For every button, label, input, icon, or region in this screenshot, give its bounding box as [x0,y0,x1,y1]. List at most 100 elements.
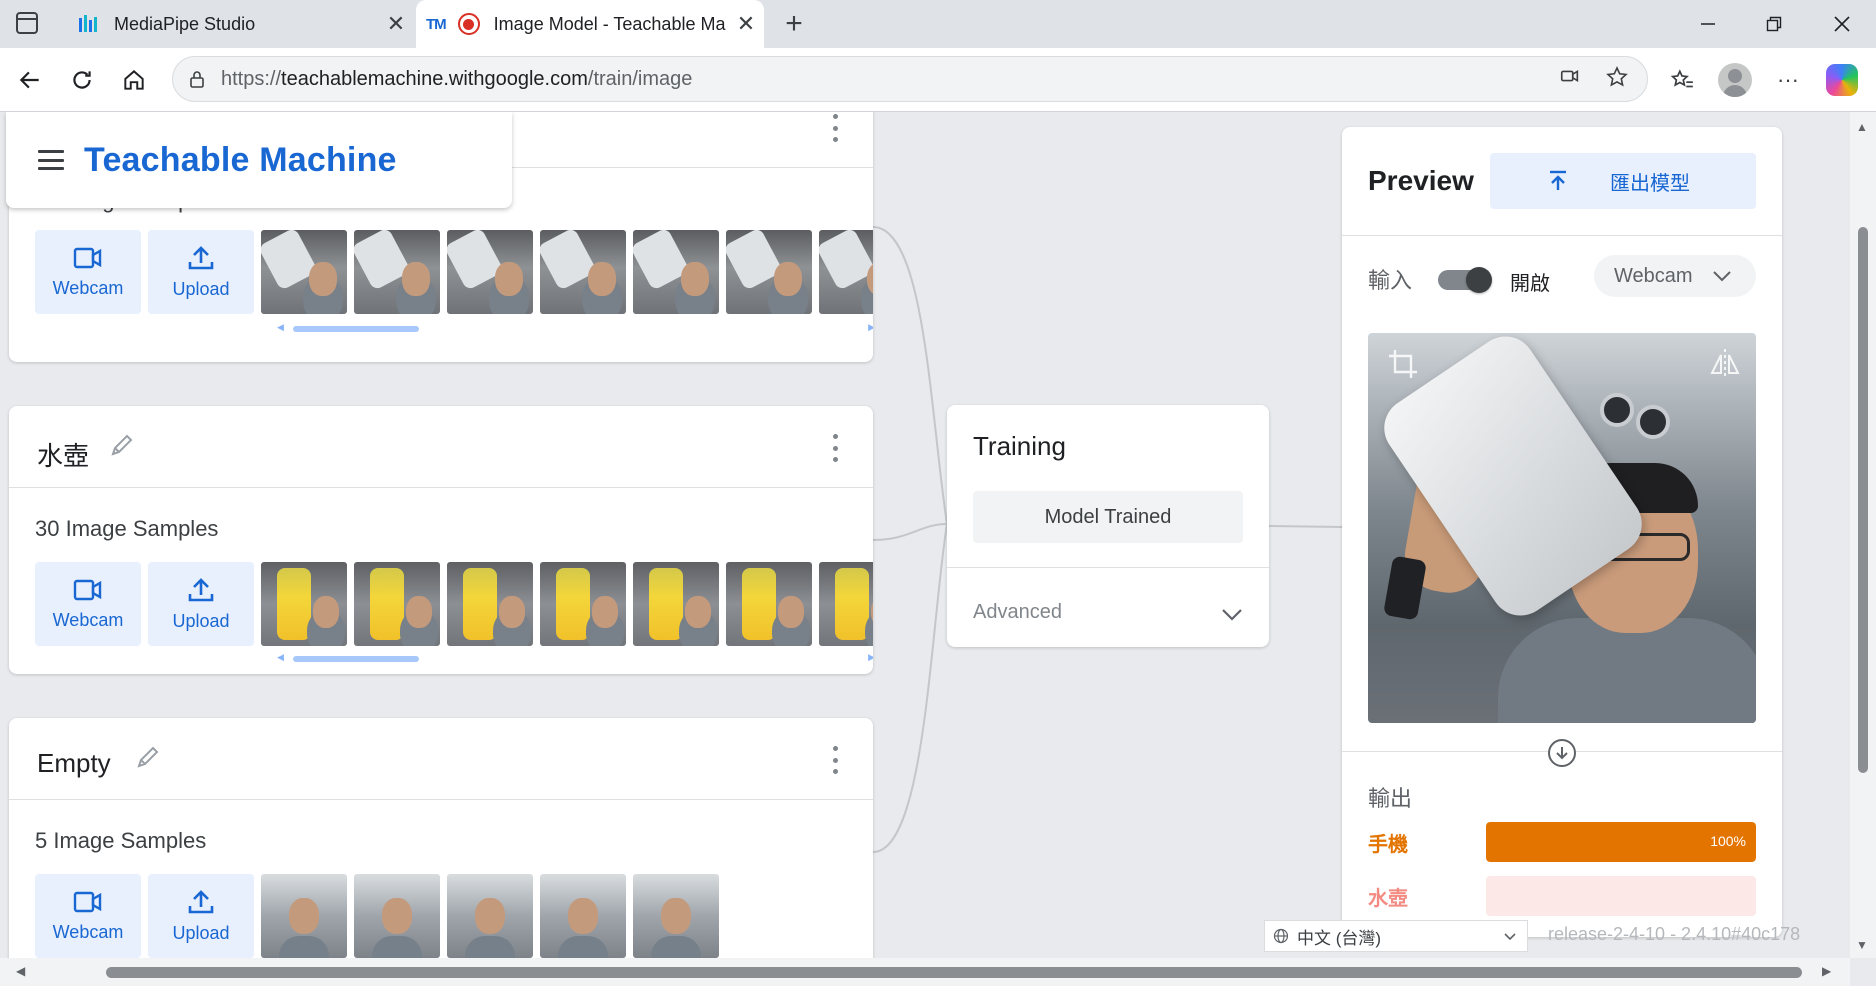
sample-thumbnail[interactable] [819,230,873,314]
page-horizontal-scrollbar[interactable]: ◀ ▶ [0,958,1850,986]
export-icon [1546,169,1570,193]
advanced-toggle[interactable]: Advanced [973,601,1062,624]
sample-thumbnail[interactable] [447,562,533,646]
sample-thumbnail[interactable] [633,562,719,646]
sample-thumbnail[interactable] [354,874,440,958]
upload-label: Upload [172,278,230,299]
sample-thumbnail[interactable] [819,562,873,646]
site-info-icon[interactable] [173,69,221,89]
train-model-button[interactable]: Model Trained [973,491,1243,543]
back-icon[interactable] [10,60,50,100]
favorite-star-icon[interactable] [1605,65,1629,94]
copilot-icon[interactable] [1824,62,1860,98]
browser-tab-bar: MediaPipe Studio ✕ TM Image Model - Teac… [0,0,1876,48]
class-options-icon[interactable] [831,434,839,462]
camera-in-use-icon[interactable] [1559,65,1581,94]
samples-count: 5 Image Samples [35,828,207,853]
class-options-icon[interactable] [831,746,839,774]
scrollbar-thumb[interactable] [1858,227,1868,773]
class-name[interactable]: Empty [37,748,111,779]
sample-thumbnail[interactable] [447,230,533,314]
sample-thumbnail[interactable] [261,230,347,314]
upload-button[interactable]: Upload [148,874,254,958]
more-options-icon[interactable]: ··· [1770,62,1806,98]
sample-thumbnail[interactable] [540,230,626,314]
scroll-down-icon[interactable]: ▼ [1856,938,1868,952]
scrollbar-thumb[interactable] [293,656,419,662]
webcam-button[interactable]: Webcam [35,562,141,646]
mediapipe-favicon-icon [76,12,100,36]
upload-button[interactable]: Upload [148,230,254,314]
language-select[interactable]: 中文 (台灣) [1264,920,1528,952]
sample-thumbnail[interactable] [633,874,719,958]
menu-icon[interactable] [38,150,64,170]
thumbnail-scrollbar[interactable]: ◀ ▶ [277,652,873,666]
home-icon[interactable] [114,60,154,100]
scroll-left-icon[interactable]: ◀ [277,652,284,663]
scrollbar-thumb[interactable] [106,967,1802,978]
sample-thumbnail[interactable] [726,562,812,646]
webcam-button[interactable]: Webcam [35,874,141,958]
brand-logo[interactable]: Teachable Machine [84,141,397,180]
sample-thumbnail[interactable] [726,230,812,314]
class-card-header: 水壺 [9,406,873,488]
new-tab-icon[interactable]: + [776,6,812,42]
sample-thumbnail[interactable] [540,562,626,646]
sample-thumbnail[interactable] [447,874,533,958]
sample-thumbnail[interactable] [261,562,347,646]
scroll-right-icon[interactable]: ▶ [868,322,873,333]
tab-title: MediaPipe Studio [114,13,256,34]
version-text: release-2-4-10 - 2.4.10#40c178 [1548,924,1801,944]
close-window-icon[interactable] [1814,0,1870,48]
sample-thumbnail[interactable] [354,562,440,646]
address-bar[interactable]: https://teachablemachine.withgoogle.com/… [172,56,1648,102]
sample-thumbnail[interactable] [354,230,440,314]
flip-icon[interactable] [1708,347,1742,381]
sample-thumbnail[interactable] [261,874,347,958]
export-label: 匯出模型 [1610,172,1690,195]
scroll-up-icon[interactable]: ▲ [1856,120,1868,134]
upload-icon [188,245,214,269]
output-row: 手機 100% [1368,821,1756,863]
sample-thumbnails [261,562,873,646]
teachable-machine-favicon-icon: TM [426,15,447,33]
sample-thumbnails [261,874,719,958]
webcam-button[interactable]: Webcam [35,230,141,314]
globe-icon [1273,928,1289,944]
input-toggle[interactable] [1438,267,1492,293]
scroll-right-icon[interactable]: ▶ [1822,964,1831,978]
scroll-right-icon[interactable]: ▶ [868,652,873,663]
scrollbar-thumb[interactable] [293,326,419,332]
tab-image-model[interactable]: TM Image Model - Teachable Ma ✕ [416,0,764,48]
scroll-left-icon[interactable]: ◀ [16,964,25,978]
sidebar-toggle-icon[interactable] [16,12,38,34]
webcam-label: Webcam [52,921,124,942]
input-source-dropdown[interactable]: Webcam [1594,255,1756,297]
close-tab-icon[interactable]: ✕ [378,11,414,37]
minimize-icon[interactable] [1680,0,1736,48]
confidence-percent: 100% [1710,833,1746,849]
sample-thumbnail[interactable] [540,874,626,958]
reload-icon[interactable] [62,60,102,100]
page-vertical-scrollbar[interactable]: ▲ ▼ [1850,112,1876,958]
crop-icon[interactable] [1386,347,1420,381]
class-name[interactable]: 水壺 [37,436,89,473]
edit-pencil-icon[interactable] [133,744,163,774]
edit-pencil-icon[interactable] [107,432,137,462]
upload-button[interactable]: Upload [148,562,254,646]
webcam-icon [73,579,102,600]
class-card-header: Empty [9,718,873,800]
export-model-button[interactable]: 匯出模型 [1490,153,1756,209]
tab-mediapipe-studio[interactable]: MediaPipe Studio ✕ [62,0,414,48]
chevron-down-icon[interactable] [1219,601,1245,627]
arrow-down-icon [1548,739,1576,767]
favorites-icon[interactable] [1664,62,1700,98]
thumbnail-scrollbar[interactable]: ◀ ▶ [277,322,873,336]
confidence-bar: 100% [1486,822,1756,862]
close-tab-icon[interactable]: ✕ [728,11,764,37]
restore-icon[interactable] [1746,0,1802,48]
sample-thumbnail[interactable] [633,230,719,314]
scroll-left-icon[interactable]: ◀ [277,322,284,333]
class-options-icon[interactable] [831,114,839,142]
profile-avatar-icon[interactable] [1717,62,1753,98]
